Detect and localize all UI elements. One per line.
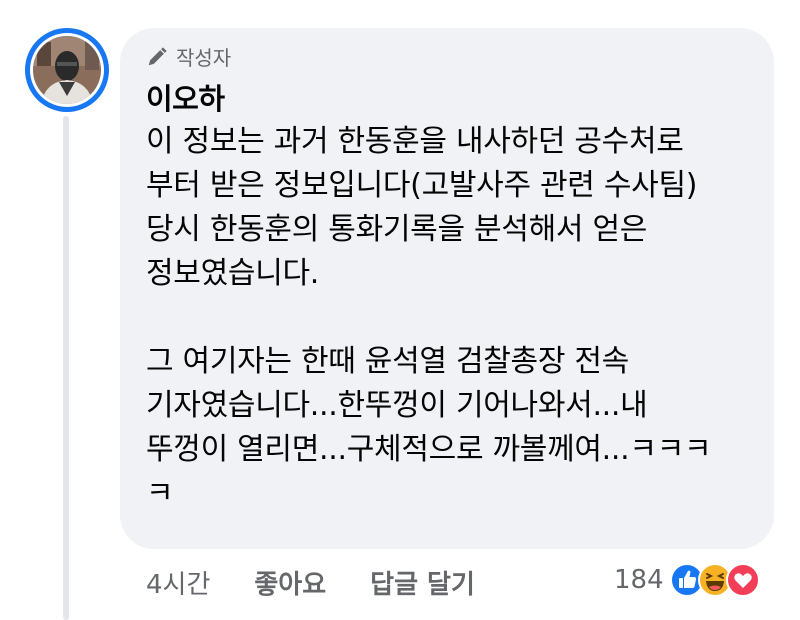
timestamp[interactable]: 4시간 (146, 564, 210, 601)
author-name[interactable]: 이오하 (146, 76, 225, 118)
reaction-icons (669, 563, 760, 597)
comment-line: 그 여기자는 한때 윤석열 검찰총장 전속 (146, 344, 629, 379)
pencil-icon (148, 46, 167, 65)
comment-line: ㅋ (146, 476, 174, 511)
comment-line: 정보였습니다. (146, 256, 320, 291)
author-badge: 작성자 (146, 42, 231, 71)
comment-line: 부터 받은 정보입니다(고발사주 관련 수사팀) (146, 168, 698, 203)
like-button[interactable]: 좋아요 (254, 564, 326, 601)
reactions-summary[interactable]: 184 (614, 560, 760, 600)
love-icon (725, 563, 760, 597)
comment-line: 뚜껑이 열리면...구체적으로 까볼께여...ㅋㅋㅋ (146, 432, 712, 467)
author-badge-label: 작성자 (176, 46, 232, 70)
thread-line (63, 116, 69, 620)
comment-line (146, 296, 766, 340)
comment-text: 이 정보는 과거 한동훈을 내사하던 공수처로 부터 받은 정보입니다(고발사주… (146, 120, 766, 516)
comment-line: 기자였습니다...한뚜껑이 기어나와서...내 (146, 388, 648, 423)
profile-photo-icon (33, 36, 101, 104)
reply-button[interactable]: 답글 달기 (370, 564, 475, 601)
avatar-image (30, 33, 104, 107)
comment-line: 당시 한동훈의 통화기록을 분석해서 얻은 (146, 212, 648, 247)
reaction-count: 184 (614, 565, 664, 595)
avatar[interactable] (25, 28, 109, 112)
comment-actions: 4시간 좋아요 답글 달기 (146, 562, 519, 602)
comment-line: 이 정보는 과거 한동훈을 내사하던 공수처로 (146, 124, 684, 159)
